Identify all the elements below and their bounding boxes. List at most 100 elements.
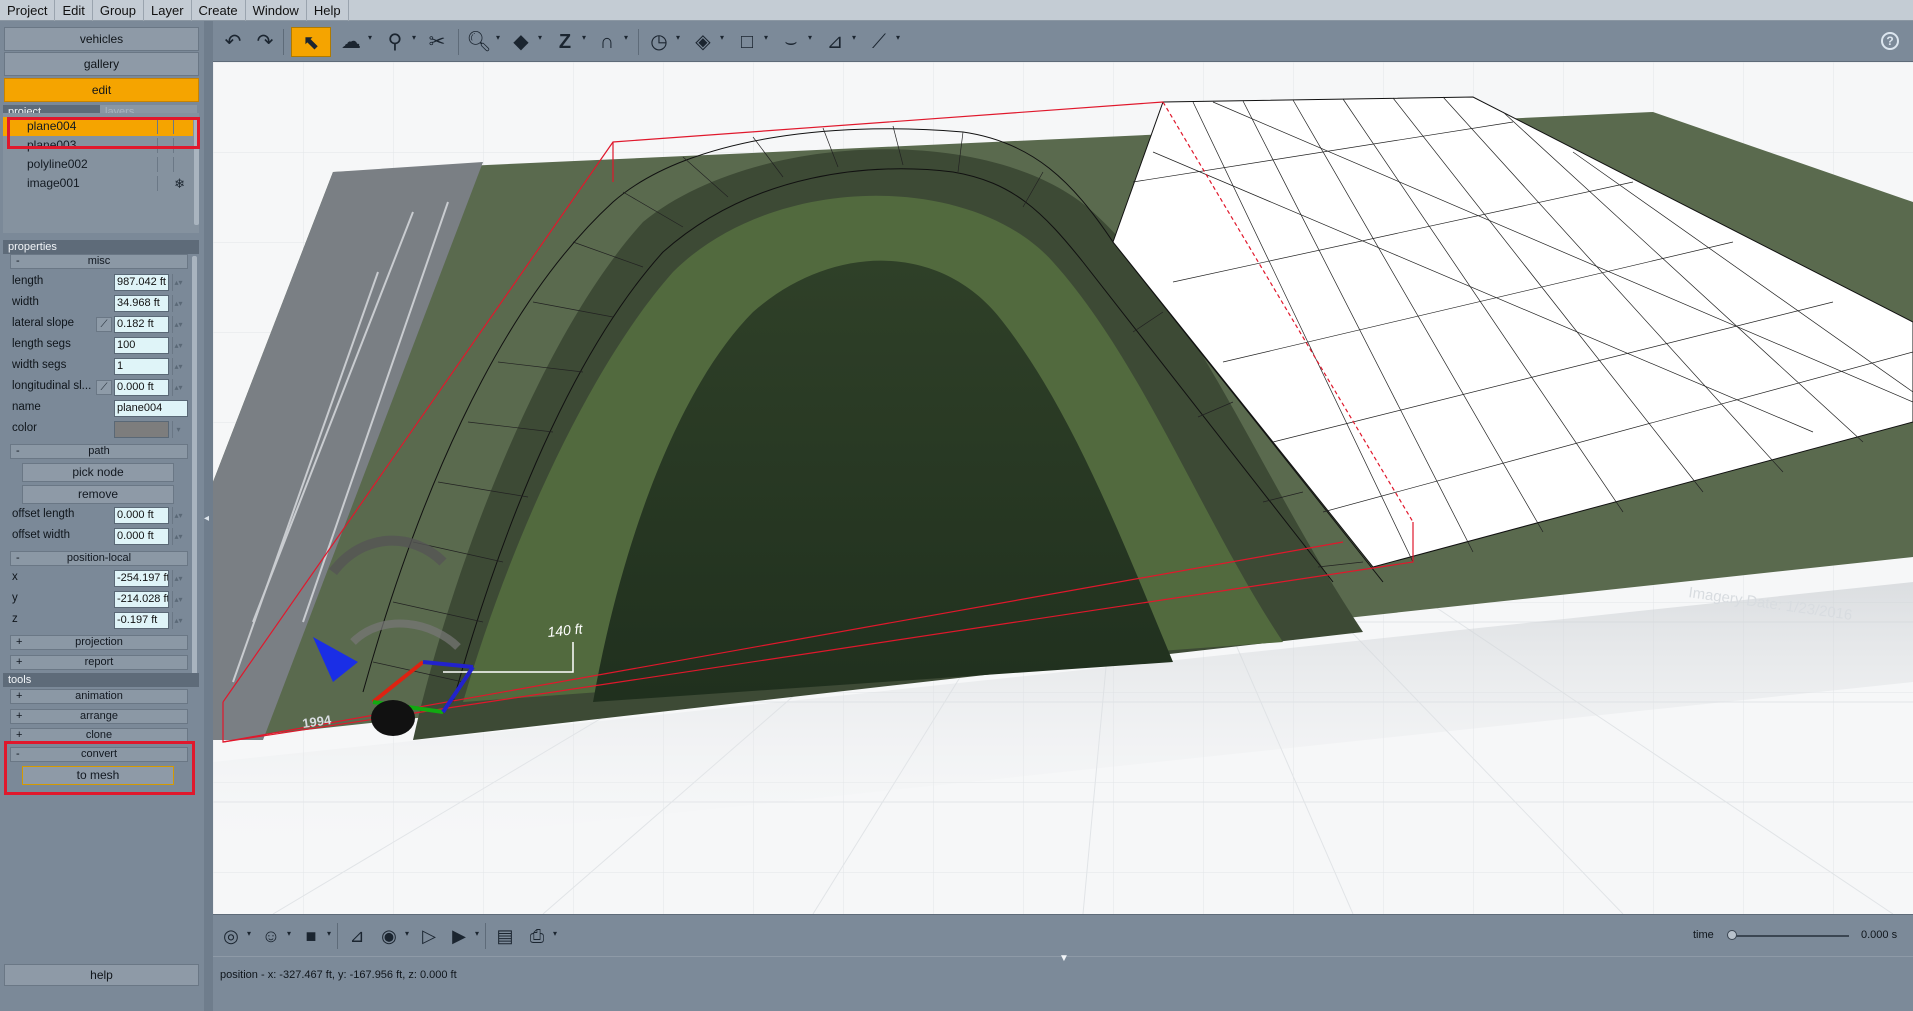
camera-icon[interactable]: ◉ xyxy=(375,922,403,950)
chevron-down-icon[interactable]: ▾ xyxy=(764,33,768,42)
plane-icon[interactable]: ◈ xyxy=(689,27,717,57)
menu-project[interactable]: Project xyxy=(0,0,56,21)
chevron-down-icon[interactable]: ▾ xyxy=(852,33,856,42)
gallery-button[interactable]: gallery xyxy=(4,52,199,76)
play-icon[interactable]: ▷ xyxy=(415,922,443,950)
spinner-icon[interactable]: ▴▾ xyxy=(172,507,184,524)
panel-collapse-handle[interactable]: ◂ xyxy=(204,504,212,534)
chevron-down-icon[interactable]: ▾ xyxy=(624,33,628,42)
time-slider-track[interactable] xyxy=(1729,935,1849,937)
layer-item-polyline002[interactable]: polyline002 xyxy=(3,155,193,174)
length-field[interactable]: 987.042 ft xyxy=(114,274,169,291)
time-slider-handle[interactable] xyxy=(1727,930,1737,940)
undo-icon[interactable]: ↶ xyxy=(219,27,247,57)
chevron-down-icon[interactable]: ▾ xyxy=(368,33,372,42)
chevron-down-icon[interactable]: ▾ xyxy=(538,33,542,42)
offset-length-field[interactable]: 0.000 ft xyxy=(114,507,169,524)
help-button[interactable]: help xyxy=(4,964,199,986)
square-view-icon[interactable]: ■ xyxy=(297,922,325,950)
layer-item-image001[interactable]: image001 ❄ xyxy=(3,174,193,193)
report-group-header[interactable]: + report xyxy=(10,655,188,670)
delete-tool-icon[interactable]: ✂ xyxy=(423,27,451,57)
spinner-icon[interactable]: ▴▾ xyxy=(172,379,184,396)
slope-pick-icon[interactable]: ⟋ xyxy=(96,380,112,395)
curve-icon[interactable]: ⌣ xyxy=(777,27,805,57)
spinner-icon[interactable]: ▴▾ xyxy=(172,274,184,291)
chevron-down-icon[interactable]: ▾ xyxy=(475,929,479,938)
sphere-view-icon[interactable]: ◎ xyxy=(217,922,245,950)
spinner-icon[interactable]: ▾ xyxy=(172,421,184,438)
render-icon[interactable]: ▶ xyxy=(445,922,473,950)
menu-group[interactable]: Group xyxy=(93,0,145,21)
remove-button[interactable]: remove xyxy=(22,485,174,504)
x-field[interactable]: -254.197 ft xyxy=(114,570,169,587)
spinner-icon[interactable]: ▴▾ xyxy=(172,337,184,354)
spinner-icon[interactable]: ▴▾ xyxy=(172,358,184,375)
properties-scrollbar[interactable] xyxy=(192,256,197,676)
z-field[interactable]: -0.197 ft xyxy=(114,612,169,629)
snap-icon[interactable]: ⚲ xyxy=(381,27,409,57)
help-icon[interactable]: ? xyxy=(1881,32,1899,50)
snowflake-icon[interactable]: ❄ xyxy=(174,174,185,193)
visibility-toggle[interactable] xyxy=(157,157,171,172)
y-field[interactable]: -214.028 ft xyxy=(114,591,169,608)
chevron-down-icon[interactable]: ▾ xyxy=(582,33,586,42)
spinner-icon[interactable]: ▴▾ xyxy=(172,591,184,608)
chevron-down-icon[interactable]: ▾ xyxy=(720,33,724,42)
menu-window[interactable]: Window xyxy=(246,0,307,21)
chevron-down-icon[interactable]: ▾ xyxy=(287,929,291,938)
document-icon[interactable]: ▤ xyxy=(491,922,519,950)
vehicles-button[interactable]: vehicles xyxy=(4,27,199,51)
chevron-down-icon[interactable]: ▾ xyxy=(327,929,331,938)
lasso-select-icon[interactable]: ☁ xyxy=(337,27,365,57)
misc-group-header[interactable]: - misc xyxy=(10,254,188,269)
longitudinal-slope-field[interactable]: 0.000 ft xyxy=(114,379,169,396)
spinner-icon[interactable]: ▴▾ xyxy=(172,612,184,629)
select-arrow-icon[interactable]: ⬉ xyxy=(291,27,331,57)
visibility-toggle[interactable] xyxy=(157,176,171,191)
chevron-down-icon[interactable]: ▾ xyxy=(896,33,900,42)
spinner-icon[interactable]: ▴▾ xyxy=(172,295,184,312)
gauge-icon[interactable]: ◷ xyxy=(645,27,673,57)
projection-group-header[interactable]: + projection xyxy=(10,635,188,650)
length-segs-field[interactable]: 100 xyxy=(114,337,169,354)
chevron-down-icon[interactable]: ▾ xyxy=(553,929,557,938)
menu-help[interactable]: Help xyxy=(307,0,349,21)
box-view-icon[interactable]: ◆ xyxy=(507,27,535,57)
freeze-toggle[interactable] xyxy=(173,157,187,172)
arrange-group-header[interactable]: + arrange xyxy=(10,709,188,724)
spinner-icon[interactable]: ▴▾ xyxy=(172,316,184,333)
chevron-down-icon[interactable]: ▾ xyxy=(676,33,680,42)
menu-layer[interactable]: Layer xyxy=(144,0,192,21)
rectangle-icon[interactable]: □ xyxy=(733,27,761,57)
width-segs-field[interactable]: 1 xyxy=(114,358,169,375)
pick-node-button[interactable]: pick node xyxy=(22,463,174,482)
chevron-down-icon[interactable]: ▾ xyxy=(247,929,251,938)
path-group-header[interactable]: - path xyxy=(10,444,188,459)
z-axis-icon[interactable]: Z xyxy=(551,27,579,57)
chevron-down-icon[interactable]: ▾ xyxy=(405,929,409,938)
chevron-down-icon[interactable]: ▾ xyxy=(496,33,500,42)
spinner-icon[interactable]: ▴▾ xyxy=(172,570,184,587)
spinner-icon[interactable]: ▴▾ xyxy=(172,528,184,545)
lateral-slope-field[interactable]: 0.182 ft xyxy=(114,316,169,333)
edit-button[interactable]: edit xyxy=(4,78,199,102)
color-swatch[interactable] xyxy=(114,421,169,438)
expand-arrow-icon[interactable]: ▼ xyxy=(1059,953,1069,964)
graph-icon[interactable]: ⊿ xyxy=(343,922,371,950)
width-field[interactable]: 34.968 ft xyxy=(114,295,169,312)
print-icon[interactable]: ⎙ xyxy=(523,922,551,950)
chevron-down-icon[interactable]: ▾ xyxy=(412,33,416,42)
zoom-icon[interactable]: 🔍︎ xyxy=(465,27,493,57)
offset-width-field[interactable]: 0.000 ft xyxy=(114,528,169,545)
ruler-icon[interactable]: ⟋ xyxy=(865,27,893,57)
name-field[interactable]: plane004 xyxy=(114,400,188,417)
slope-pick-icon[interactable]: ⟋ xyxy=(96,317,112,332)
measure-icon[interactable]: ⊿ xyxy=(821,27,849,57)
chevron-down-icon[interactable]: ▾ xyxy=(808,33,812,42)
magnet-icon[interactable]: ∩ xyxy=(593,27,621,57)
animation-group-header[interactable]: + animation xyxy=(10,689,188,704)
position-local-group-header[interactable]: - position-local xyxy=(10,551,188,566)
head-icon[interactable]: ☺ xyxy=(257,922,285,950)
menu-edit[interactable]: Edit xyxy=(55,0,93,21)
